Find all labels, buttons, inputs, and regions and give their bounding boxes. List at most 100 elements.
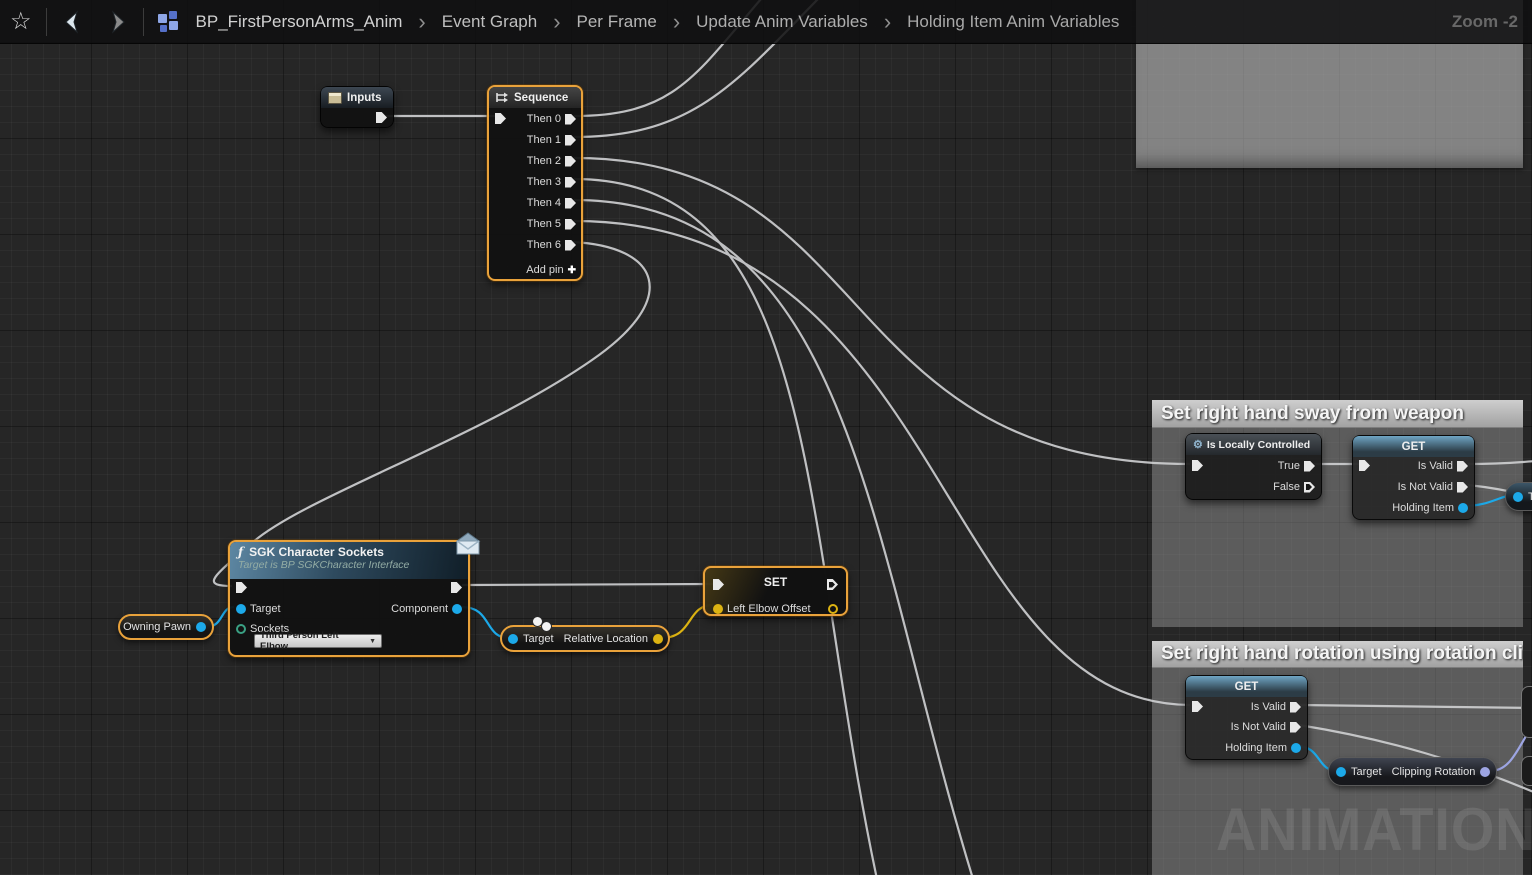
sgk-subtitle: Target is BP SGKCharacter Interface (238, 559, 460, 571)
sgk-sockets-pin[interactable] (236, 624, 246, 634)
sequence-then2-label: Then 2 (527, 155, 561, 167)
breadcrumb-item-update-anim-variables[interactable]: Update Anim Variables (696, 12, 868, 32)
get-top-holdingitem-label: Holding Item (1392, 502, 1454, 514)
chevron-right-icon: › (673, 11, 680, 33)
get-top-isnotvalid-label: Is Not Valid (1398, 481, 1453, 493)
sequence-icon (496, 92, 509, 103)
node-owning-pawn[interactable]: Owning Pawn (118, 614, 214, 640)
favorite-star-icon[interactable]: ☆ (10, 10, 32, 34)
get-top-holdingitem-pin[interactable] (1458, 503, 1468, 513)
edge-capsule-label: Target (1528, 491, 1532, 503)
get-bottom-isvalid-pin[interactable] (1290, 702, 1301, 713)
breadcrumb-item-asset[interactable]: BP_FirstPersonArms_Anim (196, 12, 403, 32)
wire-getbottom-isvalid-offscreen (1299, 705, 1532, 708)
node-inputs[interactable]: Inputs (320, 86, 394, 128)
clippingrotation-target-pin[interactable] (1336, 767, 1346, 777)
get-bottom-isnotvalid-pin[interactable] (1290, 722, 1301, 733)
sequence-then3-label: Then 3 (527, 176, 561, 188)
zoom-level-indicator: Zoom -2 (1452, 12, 1518, 32)
add-pin-icon[interactable]: ✚ (568, 265, 576, 276)
breadcrumb-item-holding-item-anim-variables[interactable]: Holding Item Anim Variables (907, 12, 1119, 32)
ilc-false-label: False (1273, 481, 1300, 493)
get-top-exec-in-pin[interactable] (1359, 460, 1370, 471)
node-get-bottom[interactable]: GET Is Valid Is Not Valid Holding Item (1185, 675, 1308, 760)
edge-capsule-in-pin[interactable] (1513, 492, 1523, 502)
sgk-exec-in-pin[interactable] (236, 582, 247, 593)
sgk-title: SGK Character Sockets (249, 545, 384, 559)
clippingrotation-output-pin[interactable] (1480, 767, 1490, 777)
clippingrotation-target-label: Target (1351, 766, 1382, 778)
node-get-clipping-rotation[interactable]: Target Clipping Rotation (1328, 757, 1497, 786)
relativelocation-output-pin[interactable] (653, 634, 663, 644)
sequence-then5-pin[interactable] (565, 219, 576, 230)
node-sgk-character-sockets[interactable]: ƒ SGK Character Sockets Target is BP SGK… (228, 540, 470, 657)
sequence-then6-pin[interactable] (565, 240, 576, 251)
set-value-in-pin[interactable] (713, 604, 723, 614)
get-top-isvalid-label: Is Valid (1418, 460, 1453, 472)
dropdown-caret-icon: ▼ (369, 638, 376, 645)
clippingrotation-output-label: Clipping Rotation (1392, 766, 1476, 778)
node-get-top[interactable]: GET Is Valid Is Not Valid Holding Item (1352, 435, 1475, 520)
sequence-then4-pin[interactable] (565, 198, 576, 209)
inputs-exec-out-pin[interactable] (376, 112, 387, 123)
sequence-addpin-label: Add pin (526, 264, 563, 276)
breadcrumb-item-per-frame[interactable]: Per Frame (577, 12, 657, 32)
set-title: SET (705, 575, 846, 589)
get-top-title: GET (1402, 441, 1426, 453)
owning-pawn-out-pin[interactable] (196, 622, 206, 632)
set-value-out-pin[interactable] (828, 604, 838, 614)
get-bottom-exec-in-pin[interactable] (1192, 701, 1203, 712)
sequence-then3-pin[interactable] (565, 177, 576, 188)
toolbar-divider (143, 8, 144, 36)
get-bottom-holdingitem-pin[interactable] (1291, 743, 1301, 753)
node-partial-right-1[interactable] (1521, 686, 1532, 738)
sequence-then4-label: Then 4 (527, 197, 561, 209)
back-arrow-icon[interactable] (61, 10, 87, 34)
ilc-title: Is Locally Controlled (1207, 439, 1310, 451)
interface-message-envelope-icon (454, 532, 482, 555)
node-edge-capsule-partial[interactable]: Target (1505, 482, 1532, 511)
blueprint-graph-canvas[interactable]: Set right hand sway from weapon Set righ… (0, 0, 1532, 875)
ilc-true-pin[interactable] (1304, 461, 1315, 472)
function-icon: ƒ (238, 545, 243, 559)
node-sequence[interactable]: Sequence Then 0 Then 1 Then 2 Then 3 The… (487, 85, 583, 281)
get-bottom-title: GET (1235, 681, 1259, 693)
forward-arrow-icon[interactable] (103, 10, 129, 34)
gear-icon: ⚙ (1193, 438, 1203, 451)
sequence-then5-label: Then 5 (527, 218, 561, 230)
get-top-isvalid-pin[interactable] (1457, 461, 1468, 472)
sequence-then6-label: Then 6 (527, 239, 561, 251)
sequence-exec-in-pin[interactable] (495, 113, 506, 124)
inputs-title: Inputs (347, 92, 382, 104)
sgk-target-pin[interactable] (236, 604, 246, 614)
chevron-right-icon: › (884, 11, 891, 33)
reroute-knot-dot[interactable] (541, 621, 552, 632)
get-bottom-isvalid-label: Is Valid (1251, 701, 1286, 713)
set-pin-label: Left Elbow Offset (727, 603, 811, 615)
inputs-icon (328, 92, 342, 104)
sockets-dropdown-value: Third Person Left Elbow (260, 630, 369, 652)
sockets-dropdown[interactable]: Third Person Left Elbow ▼ (254, 634, 382, 648)
node-get-relative-location[interactable]: Target Relative Location (500, 625, 670, 652)
sequence-then0-label: Then 0 (527, 113, 561, 125)
wire-gettop-isvalid-offscreen (1468, 461, 1532, 464)
ilc-exec-in-pin[interactable] (1192, 460, 1203, 471)
sgk-component-label: Component (391, 603, 448, 615)
ilc-false-pin[interactable] (1304, 482, 1315, 493)
node-set-left-elbow-offset[interactable]: SET Left Elbow Offset (703, 566, 848, 616)
sgk-component-pin[interactable] (452, 604, 462, 614)
chevron-right-icon: › (553, 11, 560, 33)
sequence-then0-pin[interactable] (565, 114, 576, 125)
node-is-locally-controlled[interactable]: ⚙ Is Locally Controlled True False (1185, 433, 1322, 500)
sequence-then2-pin[interactable] (565, 156, 576, 167)
node-partial-right-2[interactable] (1521, 756, 1532, 786)
get-top-isnotvalid-pin[interactable] (1457, 482, 1468, 493)
sequence-then1-label: Then 1 (527, 134, 561, 146)
sequence-then1-pin[interactable] (565, 135, 576, 146)
breadcrumb-item-event-graph[interactable]: Event Graph (442, 12, 537, 32)
get-bottom-holdingitem-label: Holding Item (1225, 742, 1287, 754)
sgk-exec-out-pin[interactable] (451, 582, 462, 593)
relativelocation-output-label: Relative Location (564, 633, 648, 645)
sgk-target-label: Target (250, 603, 281, 615)
relativelocation-target-pin[interactable] (508, 634, 518, 644)
